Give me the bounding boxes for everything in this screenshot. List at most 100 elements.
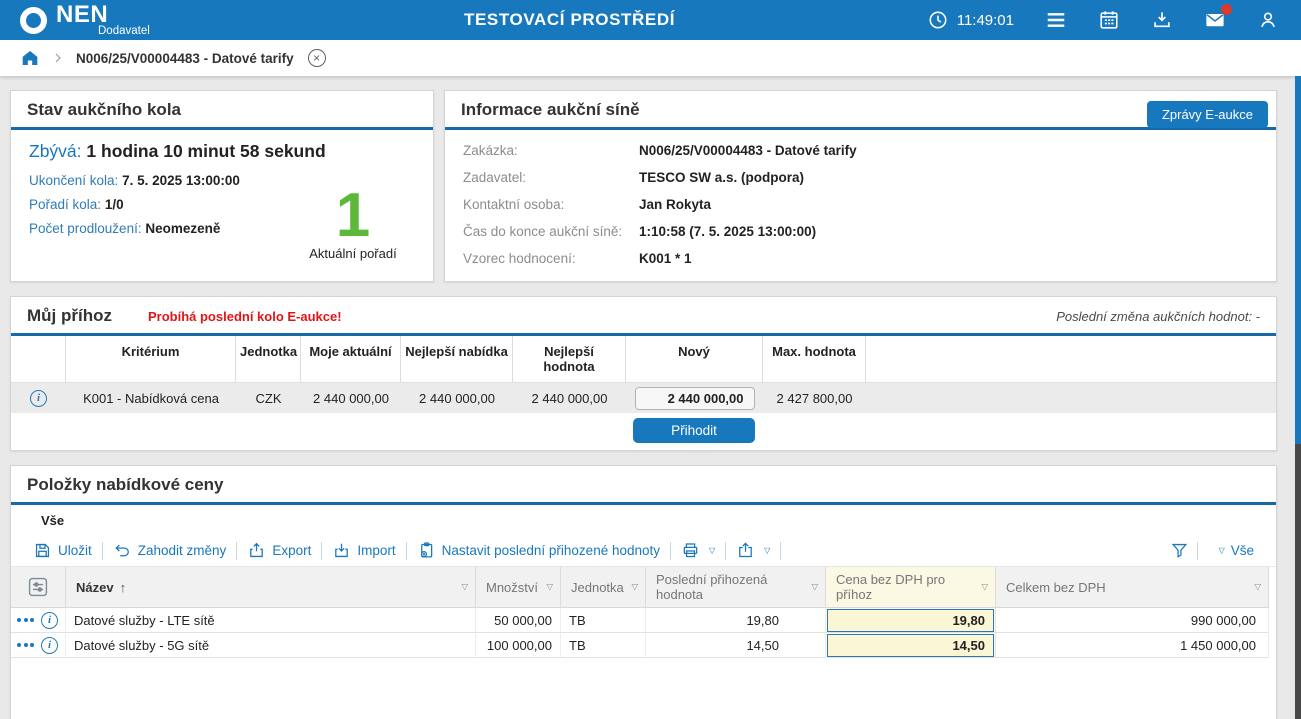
round-end-value: 7. 5. 2025 13:00:00: [122, 173, 240, 188]
last-change-note: Poslední změna aukčních hodnot: -: [1056, 309, 1260, 324]
unread-badge: [1221, 4, 1232, 15]
filter-triangle-icon[interactable]: [546, 582, 553, 593]
info-icon[interactable]: [41, 637, 58, 654]
celkem-header-label: Celkem bez DPH: [1006, 580, 1106, 595]
print-menu-button[interactable]: [671, 541, 725, 560]
column-header-cena-prihoz[interactable]: Cena bez DPH pro příhoz: [826, 567, 996, 608]
column-settings-icon[interactable]: [27, 576, 49, 598]
brand-name: NEN: [56, 3, 150, 27]
column-header-nazev[interactable]: Název: [66, 567, 476, 608]
info-icon[interactable]: [30, 390, 47, 407]
filter-triangle-icon[interactable]: [811, 582, 818, 593]
filter-funnel-icon[interactable]: [1170, 541, 1189, 560]
criterion-unit-cell: CZK: [236, 382, 301, 413]
close-tab-icon[interactable]: [308, 49, 326, 67]
round-end-label: Ukončení kola:: [29, 173, 118, 188]
home-icon[interactable]: [20, 48, 40, 68]
column-header-jednotka[interactable]: Jednotka: [561, 567, 646, 608]
row-menu-icon[interactable]: [17, 618, 34, 622]
chevron-right-icon: [52, 52, 64, 64]
auction-round-panel: Stav aukčního kola Zbývá: 1 hodina 10 mi…: [10, 90, 434, 282]
set-last-bid-values-button[interactable]: Nastavit poslední přihozené hodnoty: [407, 541, 670, 560]
authority-label: Zadavatel:: [463, 170, 639, 185]
items-table: Název Množství Jednotka Poslední přihoze…: [11, 567, 1276, 658]
place-bid-button[interactable]: Přihodit: [633, 418, 755, 443]
calendar-icon[interactable]: [1098, 9, 1120, 31]
column-header-celkem[interactable]: Celkem bez DPH: [996, 567, 1269, 608]
item-quantity-cell: 100 000,00: [476, 633, 561, 658]
contact-row: Kontaktní osoba: Jan Rokyta: [463, 197, 1258, 212]
current-rank-value: 1: [283, 191, 423, 242]
new-bid-input[interactable]: [635, 387, 755, 410]
row-menu-icon[interactable]: [17, 643, 34, 647]
row-filler-cell: [866, 382, 1276, 413]
room-end-value: 1:10:58 (7. 5. 2025 13:00:00): [639, 224, 816, 239]
discard-changes-button[interactable]: Zahodit změny: [103, 541, 237, 560]
session-clock: 11:49:01: [927, 9, 1014, 31]
filter-triangle-icon[interactable]: [1254, 582, 1261, 593]
item-price-cell: [826, 608, 996, 633]
tab-all[interactable]: Vše: [25, 508, 94, 535]
item-total-cell: 1 450 000,00: [996, 633, 1269, 658]
current-rank: 1 Aktuální pořadí: [283, 191, 423, 261]
new-bid-cell: [626, 382, 763, 413]
share-icon: [736, 541, 755, 560]
row-actions: [11, 608, 66, 633]
current-rank-label: Aktuální pořadí: [283, 246, 423, 261]
column-header-posledni-hodnota[interactable]: Poslední přihozená hodnota: [646, 567, 826, 608]
print-dropdown-icon: [709, 546, 715, 555]
unit-price-input[interactable]: [827, 609, 994, 632]
share-dropdown-icon: [764, 546, 770, 555]
downloads-tray-icon[interactable]: [1151, 9, 1173, 31]
info-icon[interactable]: [41, 612, 58, 629]
item-unit-cell: TB: [561, 633, 646, 658]
discard-label: Zahodit změny: [138, 543, 227, 558]
unit-price-input[interactable]: [827, 634, 994, 657]
item-unit-cell: TB: [561, 608, 646, 633]
breadcrumb: N006/25/V00004483 - Datové tarify: [0, 40, 1301, 76]
scrollbar-thumb[interactable]: [1295, 76, 1301, 444]
filter-preset-dropdown[interactable]: Vše: [1206, 543, 1264, 558]
discard-icon: [113, 541, 132, 560]
column-header-mnozstvi[interactable]: Množství: [476, 567, 561, 608]
auction-round-title: Stav aukčního kola: [27, 100, 181, 120]
my-bid-panel: Můj příhoz Probíhá poslední kolo E-aukce…: [10, 296, 1277, 451]
printer-icon: [681, 541, 700, 560]
remaining-label: Zbývá:: [29, 141, 82, 161]
export-icon: [247, 541, 266, 560]
export-button[interactable]: Export: [237, 541, 321, 560]
item-total-cell: 990 000,00: [996, 608, 1269, 633]
room-end-row: Čas do konce aukční síně: 1:10:58 (7. 5.…: [463, 224, 1258, 239]
toolbar-filter-group: Vše: [1170, 541, 1264, 560]
column-header-max-hodnota: Max. hodnota: [763, 336, 866, 382]
brand-block: NEN Dodavatel: [56, 3, 150, 38]
formula-label: Vzorec hodnocení:: [463, 251, 639, 266]
share-menu-button[interactable]: [726, 541, 780, 560]
auction-room-panel: Informace aukční síně Zprávy E-aukce Zak…: [444, 90, 1277, 282]
breadcrumb-item[interactable]: N006/25/V00004483 - Datové tarify: [76, 51, 294, 66]
item-name-cell: Datové služby - 5G sítě: [66, 633, 476, 658]
formula-row: Vzorec hodnocení: K001 * 1: [463, 251, 1258, 266]
eauction-messages-button[interactable]: Zprávy E-aukce: [1147, 101, 1268, 128]
menu-icon[interactable]: [1045, 9, 1067, 31]
clock-time: 11:49:01: [957, 12, 1014, 29]
top-bar: NEN Dodavatel TESTOVACÍ PROSTŘEDÍ 11:49:…: [0, 0, 1301, 40]
page-scrollbar[interactable]: [1295, 76, 1301, 719]
price-items-title: Položky nabídkové ceny: [27, 475, 224, 495]
column-header-nejlepsi-hodnota: Nejlepší hodnota: [513, 336, 626, 382]
items-tab-strip: Vše: [11, 505, 1276, 535]
import-button[interactable]: Import: [322, 541, 405, 560]
user-icon[interactable]: [1257, 9, 1279, 31]
save-button[interactable]: Uložit: [23, 541, 102, 560]
filter-triangle-icon[interactable]: [461, 582, 468, 593]
criterion-info: [11, 382, 66, 413]
filter-triangle-icon[interactable]: [981, 582, 988, 593]
cena-header-label: Cena bez DPH pro příhoz: [836, 572, 973, 602]
contract-value: N006/25/V00004483 - Datové tarify: [639, 143, 857, 158]
save-icon: [33, 541, 52, 560]
filter-triangle-icon[interactable]: [631, 582, 638, 593]
page-content: Stav aukčního kola Zbývá: 1 hodina 10 mi…: [0, 76, 1301, 719]
set-last-values-label: Nastavit poslední přihozené hodnoty: [442, 543, 660, 558]
contract-label: Zakázka:: [463, 143, 639, 158]
messages-button[interactable]: [1204, 9, 1226, 31]
